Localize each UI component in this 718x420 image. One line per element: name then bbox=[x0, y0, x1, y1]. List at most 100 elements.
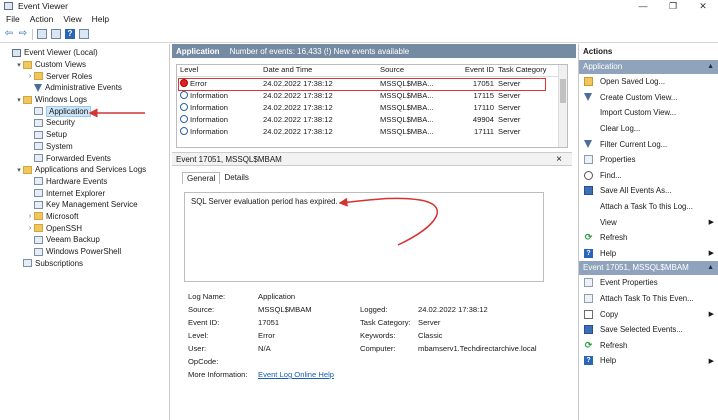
scrollbar-thumb[interactable] bbox=[560, 79, 566, 103]
log-summary: Number of events: 16,433 (!) New events … bbox=[229, 46, 410, 56]
tree-item-custom-views[interactable]: ▾ Custom Views bbox=[0, 59, 169, 71]
expand-chevron-icon[interactable]: ▾ bbox=[15, 61, 23, 69]
date-cell: 24.02.2022 17:38:12 bbox=[263, 126, 333, 136]
action-properties[interactable]: Properties bbox=[579, 152, 718, 168]
action-copy[interactable]: Copy ▶ bbox=[579, 306, 718, 322]
tree-item-event-viewer-local-[interactable]: Event Viewer (Local) bbox=[0, 47, 169, 59]
actions-section-event[interactable]: Event 17051, MSSQL$MBAM ▲ bbox=[579, 261, 718, 276]
action-refresh[interactable]: ⟳ Refresh bbox=[579, 338, 718, 354]
expand-chevron-icon[interactable]: ▾ bbox=[15, 166, 23, 174]
table-scrollbar[interactable] bbox=[558, 65, 567, 147]
event-id-cell: 17110 bbox=[473, 102, 494, 112]
source-value: MSSQL$MBAM bbox=[258, 305, 312, 314]
action-import-custom-view[interactable]: Import Custom View... bbox=[579, 105, 718, 121]
date-cell: 24.02.2022 17:38:12 bbox=[263, 90, 333, 100]
collapse-icon[interactable]: ▲ bbox=[707, 60, 714, 74]
tree-item-administrative-events[interactable]: Administrative Events bbox=[0, 82, 169, 94]
tab-details[interactable]: Details bbox=[220, 172, 252, 184]
menu-file[interactable]: File bbox=[6, 14, 20, 24]
tree-item-label: Subscriptions bbox=[35, 258, 84, 268]
table-row[interactable]: Information 24.02.2022 17:38:12 MSSQL$MBA.… bbox=[177, 113, 567, 125]
tree-item-veeam-backup[interactable]: Veeam Backup bbox=[0, 234, 169, 246]
tree-item-system[interactable]: System bbox=[0, 141, 169, 153]
column-task-category[interactable]: Task Category bbox=[498, 65, 558, 76]
menu-help[interactable]: Help bbox=[92, 14, 109, 24]
back-arrow-icon[interactable]: ⇦ bbox=[4, 29, 14, 39]
level-cell: Information bbox=[177, 103, 263, 112]
detail-tabs: General Details bbox=[182, 172, 253, 184]
tree-item-internet-explorer[interactable]: Internet Explorer bbox=[0, 187, 169, 199]
error-row-annotation-box bbox=[178, 78, 546, 91]
show-hide-tree-icon[interactable] bbox=[51, 29, 61, 39]
action-find[interactable]: Find... bbox=[579, 168, 718, 184]
tree-item-label: Internet Explorer bbox=[46, 188, 106, 198]
source-label: Source: bbox=[188, 305, 215, 314]
tab-general[interactable]: General bbox=[182, 172, 221, 184]
expand-chevron-icon[interactable]: › bbox=[26, 213, 34, 220]
collapse-icon[interactable]: ▲ bbox=[707, 261, 714, 275]
action-view[interactable]: View ▶ bbox=[579, 214, 718, 230]
action-refresh[interactable]: ⟳ Refresh bbox=[579, 230, 718, 246]
action-help[interactable]: ? Help ▶ bbox=[579, 353, 718, 369]
tree-item-applications-and-services-logs[interactable]: ▾ Applications and Services Logs bbox=[0, 164, 169, 176]
tree-item-microsoft[interactable]: › Microsoft bbox=[0, 211, 169, 223]
up-folder-icon[interactable] bbox=[37, 29, 47, 39]
event-message-box[interactable]: SQL Server evaluation period has expired… bbox=[184, 192, 544, 282]
action-attach-task-to-this-even[interactable]: Attach Task To This Even... bbox=[579, 291, 718, 307]
folder-icon bbox=[584, 77, 593, 87]
action-save-all-events-as[interactable]: Save All Events As... bbox=[579, 183, 718, 199]
menu-view[interactable]: View bbox=[63, 14, 81, 24]
action-filter-current-log[interactable]: Filter Current Log... bbox=[579, 136, 718, 152]
table-row[interactable]: Information 24.02.2022 17:38:12 MSSQL$MBA.… bbox=[177, 101, 567, 113]
action-label: Open Saved Log... bbox=[600, 77, 666, 87]
tree-item-key-management-service[interactable]: Key Management Service bbox=[0, 199, 169, 211]
expand-chevron-icon[interactable]: ▾ bbox=[15, 96, 23, 104]
log-icon bbox=[34, 189, 43, 198]
tree-item-forwarded-events[interactable]: Forwarded Events bbox=[0, 152, 169, 164]
computer-label: Computer: bbox=[360, 344, 396, 353]
tree-item-label: Windows PowerShell bbox=[46, 247, 122, 257]
column-source[interactable]: Source bbox=[380, 65, 442, 76]
tree-item-subscriptions[interactable]: Subscriptions bbox=[0, 257, 169, 269]
folder-icon bbox=[34, 224, 43, 233]
action-open-saved-log[interactable]: Open Saved Log... bbox=[579, 74, 718, 90]
action-event-properties[interactable]: Event Properties bbox=[579, 275, 718, 291]
expand-chevron-icon[interactable]: › bbox=[26, 225, 34, 232]
tree-item-hardware-events[interactable]: Hardware Events bbox=[0, 176, 169, 188]
column-date[interactable]: Date and Time bbox=[263, 65, 380, 76]
tree-item-server-roles[interactable]: › Server Roles bbox=[0, 70, 169, 82]
refresh-icon: ⟳ bbox=[584, 232, 593, 243]
tree-item-windows-powershell[interactable]: Windows PowerShell bbox=[0, 246, 169, 258]
close-window-button[interactable]: ✕ bbox=[688, 0, 718, 12]
restore-button[interactable]: ❐ bbox=[658, 0, 688, 12]
action-create-custom-view[interactable]: Create Custom View... bbox=[579, 90, 718, 106]
action-save-selected-events[interactable]: Save Selected Events... bbox=[579, 322, 718, 338]
close-detail-icon[interactable]: × bbox=[556, 154, 562, 165]
help-icon[interactable]: ? bbox=[65, 29, 75, 39]
log-name-label: Log Name: bbox=[188, 292, 226, 301]
forward-arrow-icon[interactable]: ⇨ bbox=[18, 29, 28, 39]
level-cell: Information bbox=[177, 115, 263, 124]
opcode-label: OpCode: bbox=[188, 357, 219, 366]
show-action-pane-icon[interactable] bbox=[79, 29, 89, 39]
expand-chevron-icon[interactable]: › bbox=[26, 73, 34, 80]
tree-item-openssh[interactable]: › OpenSSH bbox=[0, 222, 169, 234]
log-icon bbox=[34, 142, 43, 151]
column-event-id[interactable]: Event ID bbox=[442, 65, 498, 76]
tree-item-label: Microsoft bbox=[46, 211, 79, 221]
event-log-online-help-link[interactable]: Event Log Online Help bbox=[258, 370, 408, 379]
tree-item-setup[interactable]: Setup bbox=[0, 129, 169, 141]
menu-action[interactable]: Action bbox=[30, 14, 54, 24]
table-row[interactable]: Information 24.02.2022 17:38:12 MSSQL$MBA.… bbox=[177, 125, 567, 137]
minimize-button[interactable]: — bbox=[628, 0, 658, 12]
actions-section-application[interactable]: Application ▲ bbox=[579, 60, 718, 74]
tree-item-windows-logs[interactable]: ▾ Windows Logs bbox=[0, 94, 169, 106]
submenu-arrow-icon: ▶ bbox=[708, 250, 714, 258]
tree-item-security[interactable]: Security bbox=[0, 117, 169, 129]
action-attach-a-task-to-this-log[interactable]: Attach a Task To this Log... bbox=[579, 199, 718, 215]
column-level[interactable]: Level bbox=[177, 65, 263, 76]
tree-item-application[interactable]: Application bbox=[0, 105, 169, 117]
action-help[interactable]: ? Help ▶ bbox=[579, 246, 718, 262]
action-label: Attach a Task To this Log... bbox=[600, 202, 693, 212]
action-clear-log[interactable]: Clear Log... bbox=[579, 121, 718, 137]
